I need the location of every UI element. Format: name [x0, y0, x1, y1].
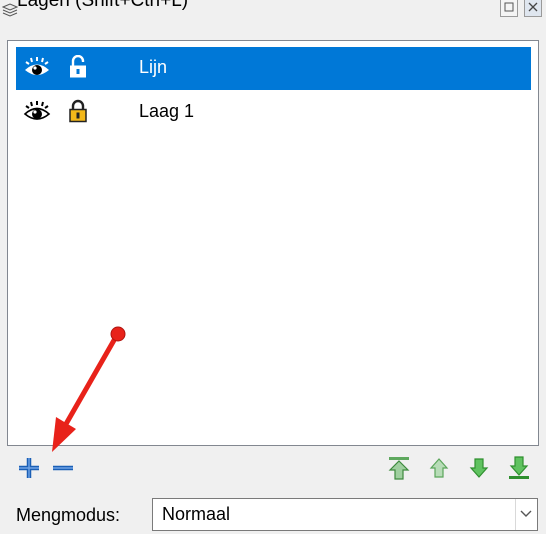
lower-layer-button[interactable]	[466, 455, 492, 481]
layers-list[interactable]: Lijn Laag 1	[7, 40, 539, 446]
layers-toolbar	[0, 450, 546, 484]
arrow-up-icon	[429, 458, 449, 478]
unlocked-icon[interactable]	[68, 55, 88, 79]
close-button[interactable]	[524, 0, 542, 17]
lower-to-bottom-icon	[509, 456, 529, 479]
raise-to-top-icon	[388, 457, 410, 480]
raise-to-top-button[interactable]	[386, 455, 412, 481]
restore-icon	[504, 2, 514, 12]
panel-title: Lagen (Shift+Ctrl+L)	[17, 0, 189, 11]
dropdown-button[interactable]	[515, 499, 537, 530]
minus-icon	[53, 465, 73, 471]
layer-row-lijn[interactable]: Lijn	[16, 47, 531, 90]
lower-to-bottom-button[interactable]	[506, 455, 532, 481]
arrow-down-icon	[469, 458, 489, 478]
layer-name: Lijn	[139, 57, 168, 77]
blend-mode-label: Mengmodus:	[16, 505, 121, 525]
panel-titlebar: Lagen (Shift+Ctrl+L)	[0, 0, 546, 30]
close-icon	[528, 2, 538, 12]
layers-icon	[2, 3, 18, 17]
layer-name: Laag 1	[139, 101, 195, 121]
add-layer-button[interactable]	[16, 455, 42, 481]
restore-button[interactable]	[500, 0, 518, 17]
plus-icon	[19, 458, 39, 478]
remove-layer-button[interactable]	[50, 455, 76, 481]
chevron-down-icon	[520, 510, 532, 517]
visibility-eye-icon[interactable]	[23, 56, 51, 78]
raise-layer-button[interactable]	[426, 455, 452, 481]
blend-mode-select[interactable]: Normaal	[152, 498, 538, 531]
layer-row-laag-1[interactable]: Laag 1	[16, 91, 531, 134]
blend-mode-value: Normaal	[162, 504, 231, 524]
visibility-eye-icon[interactable]	[23, 100, 51, 122]
locked-icon[interactable]	[68, 99, 88, 123]
